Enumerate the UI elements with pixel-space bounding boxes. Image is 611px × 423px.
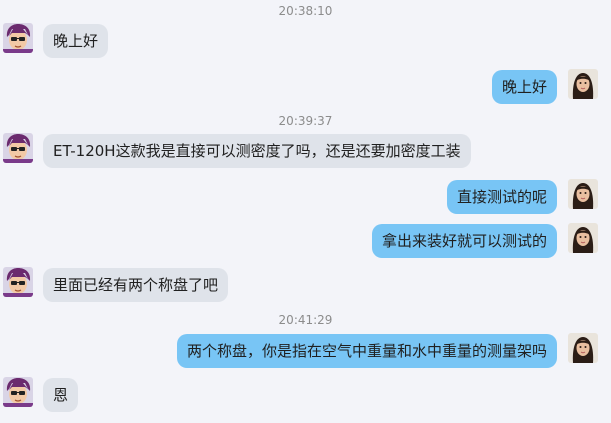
user-photo-avatar (568, 69, 598, 99)
timestamp: 20:38:10 (278, 4, 333, 18)
message-bubble-incoming[interactable]: 晚上好 (43, 24, 109, 58)
message-bubble-outgoing[interactable]: 晚上好 (491, 70, 557, 104)
cartoon-avatar-icon (3, 267, 33, 297)
contact-avatar[interactable] (3, 377, 33, 407)
message-bubble-incoming[interactable]: 里面已经有两个称盘了吧 (43, 268, 229, 302)
timestamp: 20:39:37 (278, 114, 333, 128)
user-photo-avatar (568, 223, 598, 253)
cartoon-avatar-icon (3, 377, 33, 407)
message-bubble-outgoing[interactable]: 直接测试的呢 (446, 180, 557, 214)
message-bubble-incoming[interactable]: 恩 (43, 378, 79, 412)
user-photo-avatar (568, 333, 598, 363)
user-photo-avatar (568, 179, 598, 209)
chat-history[interactable]: 20:38:10 晚上好 晚上好 20:39:37 ET-120H这款我是直接可… (0, 0, 611, 423)
user-avatar[interactable] (568, 179, 598, 209)
contact-avatar[interactable] (3, 23, 33, 53)
user-avatar[interactable] (568, 69, 598, 99)
cartoon-avatar-icon (3, 133, 33, 163)
contact-avatar[interactable] (3, 133, 33, 163)
message-bubble-outgoing[interactable]: 两个称盘，你是指在空气中重量和水中重量的测量架吗 (176, 334, 557, 368)
message-bubble-outgoing[interactable]: 拿出来装好就可以测试的 (371, 224, 557, 258)
timestamp: 20:41:29 (278, 313, 333, 327)
message-bubble-incoming[interactable]: ET-120H这款我是直接可以测密度了吗，还是还要加密度工装 (43, 134, 471, 168)
cartoon-avatar-icon (3, 23, 33, 53)
user-avatar[interactable] (568, 223, 598, 253)
user-avatar[interactable] (568, 333, 598, 363)
contact-avatar[interactable] (3, 267, 33, 297)
